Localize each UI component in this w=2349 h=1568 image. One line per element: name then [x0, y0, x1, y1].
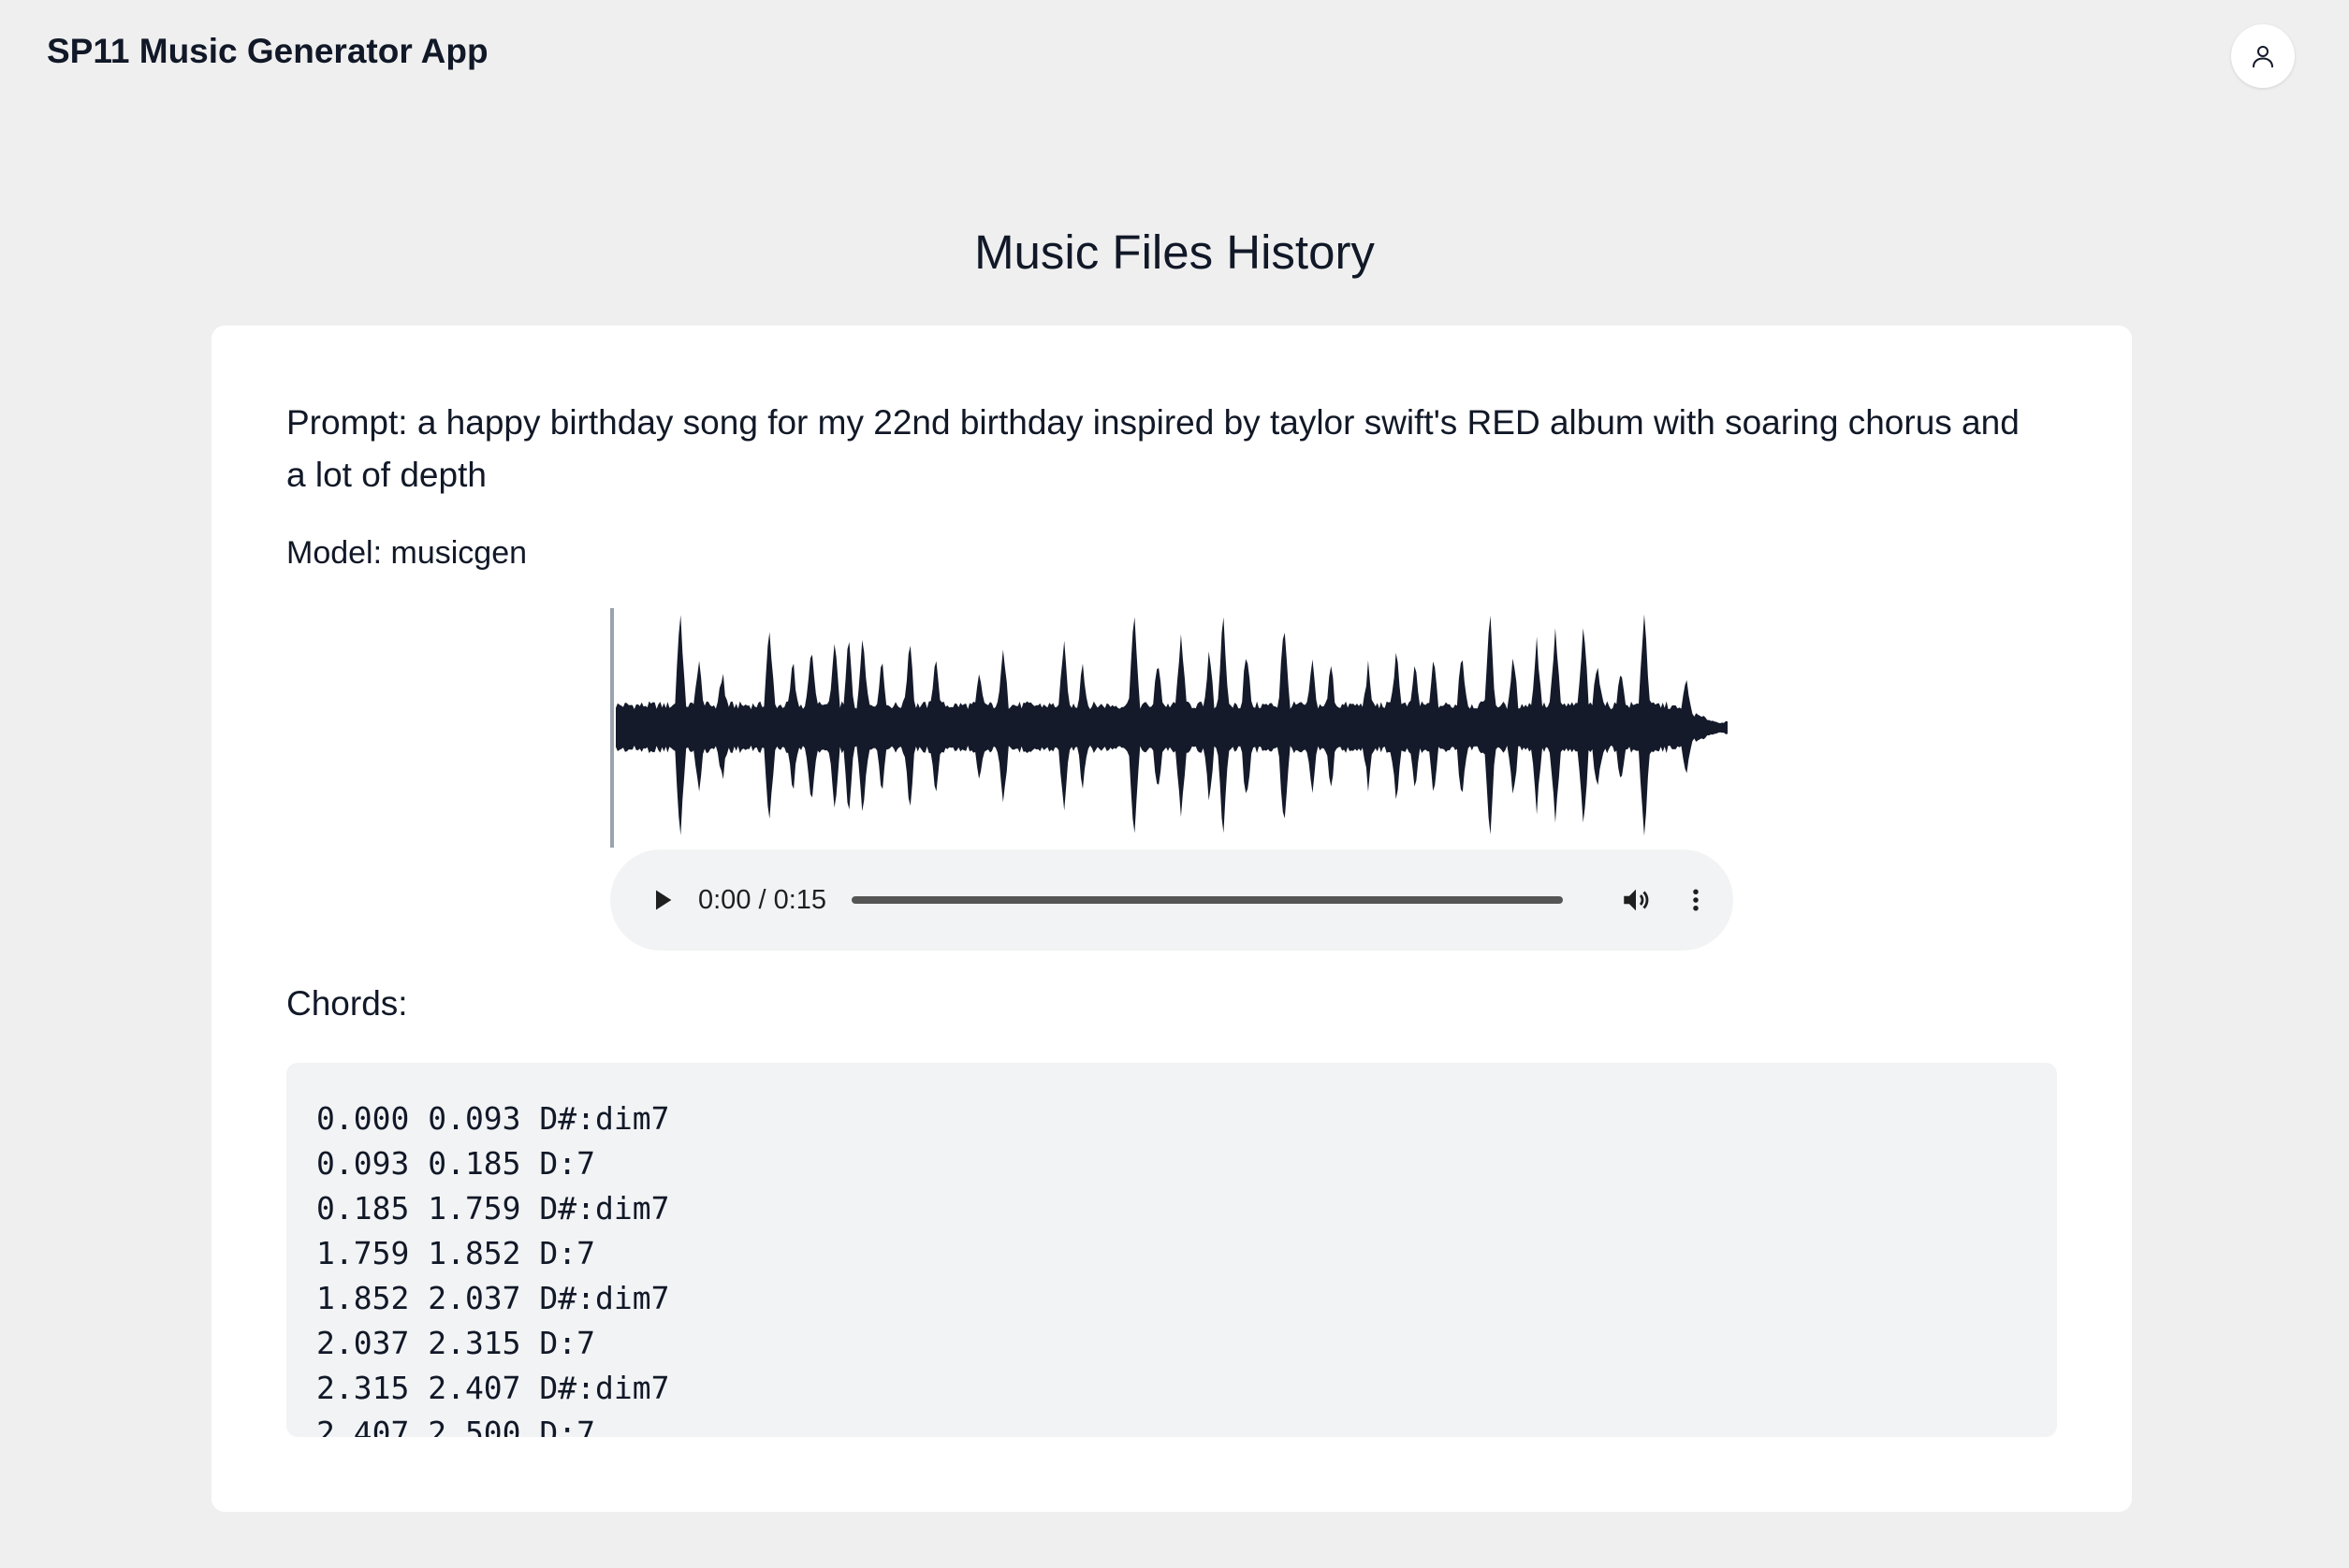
play-button[interactable]: [640, 878, 685, 922]
waveform-shape: [616, 614, 1728, 836]
chords-box: 0.000 0.093 D#:dim7 0.093 0.185 D:7 0.18…: [286, 1063, 2057, 1437]
more-options-button[interactable]: [1673, 878, 1718, 922]
volume-icon: [1624, 889, 1649, 911]
prompt-text: Prompt: a happy birthday song for my 22n…: [286, 403, 2020, 494]
chord-line: 1.852 2.037 D#:dim7: [316, 1280, 670, 1316]
chord-line: 0.000 0.093 D#:dim7: [316, 1100, 670, 1137]
music-file-card: Prompt: a happy birthday song for my 22n…: [212, 326, 2132, 1512]
user-icon: [2253, 46, 2273, 68]
chord-line: 0.093 0.185 D:7: [316, 1145, 596, 1182]
chord-line: 2.037 2.315 D:7: [316, 1325, 596, 1361]
audio-waveform[interactable]: [610, 608, 1733, 848]
seek-bar[interactable]: [852, 896, 1563, 904]
chords-list: 0.000 0.093 D#:dim7 0.093 0.185 D:7 0.18…: [286, 1063, 2057, 1437]
chord-line: 1.759 1.852 D:7: [316, 1235, 596, 1271]
more-vertical-icon: [1693, 889, 1699, 911]
user-avatar-button[interactable]: [2231, 24, 2295, 88]
waveform-cursor: [610, 608, 614, 848]
page-title: Music Files History: [974, 225, 1375, 279]
audio-player: 0:00 / 0:15: [610, 849, 1733, 951]
model-label: Model: musicgen: [286, 535, 528, 571]
chord-line: 2.407 2.500 D:7: [316, 1415, 596, 1437]
chord-line: 0.185 1.759 D#:dim7: [316, 1190, 670, 1227]
volume-button[interactable]: [1613, 878, 1658, 922]
chord-line: 2.315 2.407 D#:dim7: [316, 1370, 670, 1406]
app-title: SP11 Music Generator App: [47, 32, 489, 70]
time-display: 0:00 / 0:15: [698, 885, 827, 915]
chords-label: Chords:: [286, 984, 408, 1023]
play-icon: [656, 890, 672, 910]
